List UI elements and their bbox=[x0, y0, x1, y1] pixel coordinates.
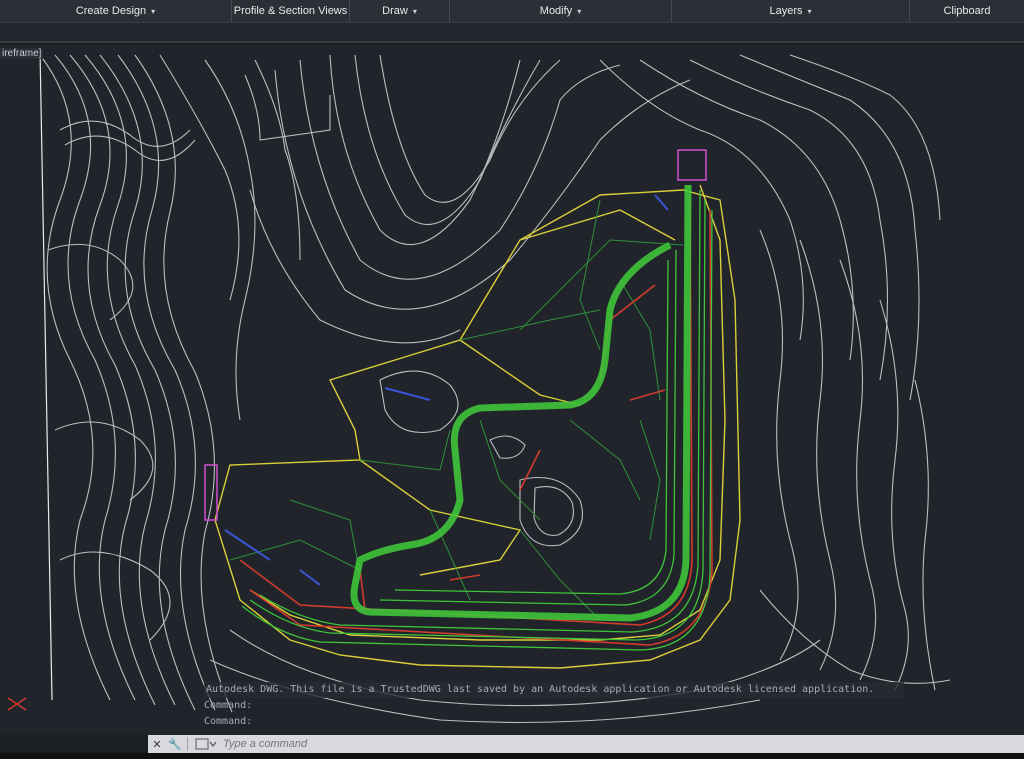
drawing-viewport[interactable] bbox=[0, 45, 1024, 735]
drawing-canvas[interactable] bbox=[0, 45, 1024, 735]
command-input[interactable] bbox=[221, 737, 825, 751]
clipboard-panel[interactable]: Clipboard bbox=[910, 0, 1024, 22]
ucs-icon bbox=[7, 697, 27, 711]
command-history-line: Command: bbox=[204, 700, 253, 711]
layers-label: Layers bbox=[769, 5, 803, 17]
boundary-line bbox=[39, 49, 53, 701]
chevron-down-icon: ▾ bbox=[577, 6, 582, 16]
wrench-icon[interactable]: 🔧 bbox=[166, 735, 184, 753]
command-prompt-icon[interactable] bbox=[195, 738, 217, 750]
profile-section-views-label: Profile & Section Views bbox=[233, 5, 348, 17]
create-design-panel[interactable]: Create Design ▾ bbox=[0, 0, 232, 22]
ribbon-bar: Create Design ▾ Profile & Section Views D… bbox=[0, 0, 1024, 23]
command-history-line: Autodesk DWG. This file is a TrustedDWG … bbox=[204, 682, 904, 698]
draw-panel[interactable]: Draw ▾ bbox=[350, 0, 450, 22]
modify-panel[interactable]: Modify ▾ bbox=[450, 0, 672, 22]
divider bbox=[0, 41, 1024, 43]
viewport-visual-style-label[interactable]: ireframe] bbox=[0, 48, 44, 59]
corridor-frequency-lines bbox=[229, 199, 684, 621]
chevron-down-icon: ▾ bbox=[807, 6, 812, 16]
offset-alignment-lines bbox=[214, 184, 741, 669]
draw-label: Draw bbox=[382, 5, 408, 17]
profile-section-views-panel[interactable]: Profile & Section Views bbox=[232, 0, 350, 22]
command-history: Autodesk DWG. This file is a TrustedDWG … bbox=[204, 682, 904, 730]
contour-lines bbox=[39, 54, 951, 724]
status-strip bbox=[0, 753, 1024, 759]
layers-panel[interactable]: Layers ▾ bbox=[672, 0, 910, 22]
divider bbox=[187, 737, 188, 751]
command-line: ✕ 🔧 bbox=[148, 735, 1024, 753]
close-icon[interactable]: ✕ bbox=[148, 735, 166, 753]
create-design-label: Create Design bbox=[75, 5, 147, 17]
modify-label: Modify bbox=[539, 5, 573, 17]
chevron-down-icon: ▾ bbox=[151, 6, 156, 16]
file-tab-bar bbox=[0, 23, 1024, 43]
chevron-down-icon: ▾ bbox=[412, 6, 417, 16]
command-history-line: Command: bbox=[204, 716, 253, 727]
clipboard-label: Clipboard bbox=[943, 5, 991, 17]
